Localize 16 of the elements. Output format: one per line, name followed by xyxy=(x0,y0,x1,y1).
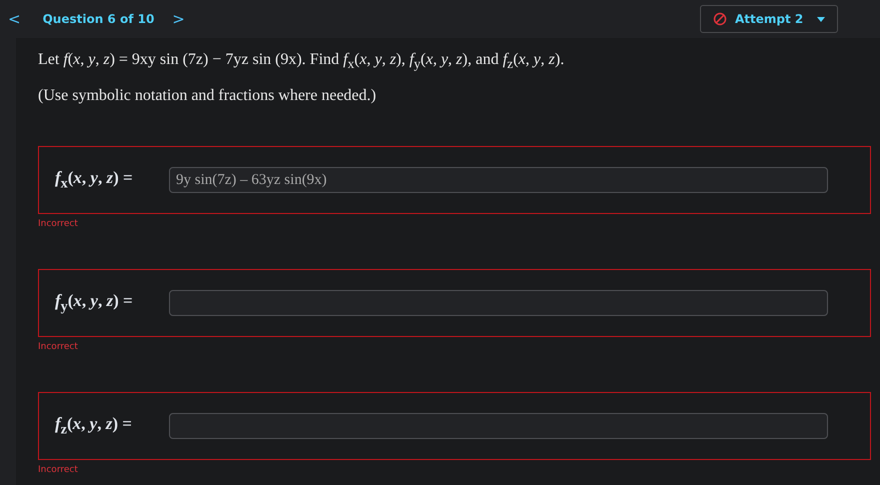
feedback-text: Incorrect xyxy=(38,465,79,476)
answer-label: f$_{z}$(x, y, z) = xyxy=(55,414,133,438)
answer-field[interactable] xyxy=(169,413,828,440)
question-text: Let f(x, y, z) = 9xy sin (7z) − 7yz sin (9x). Find f$_{x}$(x, y, z), f$_{y}$(x, y, z), and f$_{z}$(x, y, z). xyxy=(38,50,566,74)
feedback-text: Incorrect xyxy=(38,342,79,352)
previous-button[interactable]: < xyxy=(0,10,29,28)
feedback-text: Incorrect xyxy=(38,219,79,230)
attempt-dropdown[interactable]: Attempt 2 xyxy=(700,5,838,33)
question-counter: Question 6 of 10 xyxy=(42,12,154,26)
answer-field[interactable]: 9y sin(7z) – 63yz sin(9x) xyxy=(169,167,828,194)
next-button[interactable]: > xyxy=(164,10,193,28)
answer-label: f$_{y}$(x, y, z) = xyxy=(55,290,134,316)
answer-label: f$_{x}$(x, y, z) = xyxy=(55,168,134,192)
answer-field[interactable] xyxy=(169,290,828,316)
caret-icon xyxy=(817,16,825,22)
instruction-text: (Use symbolic notation and fractions where needed.) xyxy=(38,86,378,106)
